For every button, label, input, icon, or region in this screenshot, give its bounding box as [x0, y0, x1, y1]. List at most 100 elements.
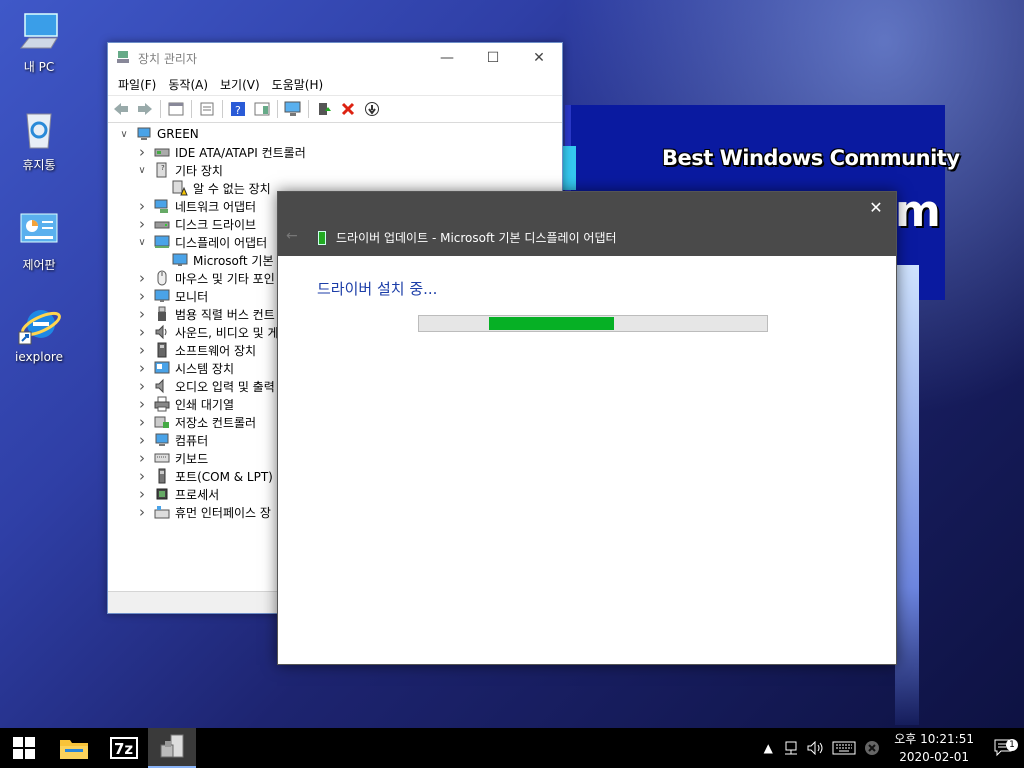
folder-icon — [60, 740, 88, 759]
dialog-title: 드라이버 업데이트 - Microsoft 기본 디스플레이 어댑터 — [336, 231, 617, 245]
device-manager-icon — [160, 734, 184, 758]
close-button[interactable]: ✕ — [516, 43, 562, 73]
minimize-button[interactable]: — — [424, 43, 470, 73]
device-chip-icon — [318, 230, 326, 245]
taskbar-device-manager[interactable] — [148, 728, 196, 768]
properties-icon[interactable] — [198, 100, 216, 118]
start-button[interactable] — [0, 728, 48, 768]
expand-chevron-icon[interactable]: › — [136, 485, 148, 503]
menu-action[interactable]: 동작(A) — [162, 76, 214, 93]
collapse-chevron-icon[interactable]: ∨ — [136, 236, 148, 248]
expand-chevron-icon[interactable]: › — [136, 143, 148, 161]
uninstall-device-icon[interactable] — [339, 100, 357, 118]
monitor-icon — [172, 252, 188, 268]
computer-icon — [154, 432, 170, 448]
expand-chevron-icon[interactable]: › — [136, 413, 148, 431]
desktop-icon-iexplore[interactable]: iexplore — [4, 302, 74, 364]
show-hide-console-tree-icon[interactable] — [167, 100, 185, 118]
wallpaper-tagline: Best Windows Community — [662, 146, 960, 170]
expand-chevron-icon[interactable]: › — [136, 197, 148, 215]
tree-item-label: 기타 장치 — [175, 163, 223, 178]
show-hidden-icons-chevron-icon[interactable]: ▲ — [756, 741, 780, 755]
tree-item-label: 사운드, 비디오 및 게 — [175, 325, 279, 340]
expand-chevron-icon[interactable]: › — [136, 359, 148, 377]
expand-chevron-icon[interactable]: › — [136, 467, 148, 485]
network-icon[interactable] — [780, 741, 804, 755]
tree-item-label: Microsoft 기본 디 — [193, 253, 289, 268]
collapse-chevron-icon[interactable]: ∨ — [118, 128, 130, 140]
7zip-icon: 7z — [110, 737, 138, 759]
menu-file[interactable]: 파일(F) — [112, 76, 162, 93]
expand-chevron-icon[interactable]: › — [136, 341, 148, 359]
expand-chevron-icon[interactable]: › — [136, 323, 148, 341]
tree-item-label: 마우스 및 기타 포인 — [175, 271, 275, 286]
tree-item[interactable]: › IDE ATA/ATAPI 컨트롤러 — [108, 143, 562, 161]
device-manager-titlebar[interactable]: 장치 관리자 — ☐ ✕ — [108, 43, 562, 73]
volume-icon[interactable] — [804, 741, 828, 755]
tree-item-label: 프로세서 — [175, 487, 220, 502]
expand-chevron-icon[interactable]: › — [136, 377, 148, 395]
warning-device-icon — [172, 180, 188, 196]
tree-item-label: GREEN — [157, 127, 199, 141]
clock-time: 오후 10:21:51 — [894, 732, 974, 746]
collapse-chevron-icon[interactable]: ∨ — [136, 164, 148, 176]
tree-item[interactable]: ∨ GREEN — [108, 125, 562, 143]
tree-item-label: 인쇄 대기열 — [175, 397, 235, 412]
expand-chevron-icon[interactable]: › — [136, 503, 148, 521]
forward-arrow-icon[interactable] — [136, 100, 154, 118]
expand-chevron-icon[interactable]: › — [136, 431, 148, 449]
tree-item-label: 네트워크 어댑터 — [175, 199, 257, 214]
tree-item-label: 시스템 장치 — [175, 361, 235, 376]
dialog-close-button[interactable]: ✕ — [864, 198, 888, 217]
port-icon — [154, 468, 170, 484]
expand-chevron-icon[interactable]: › — [136, 305, 148, 323]
desktop-icon-recycle-bin[interactable]: 휴지통 — [4, 108, 74, 173]
install-status-heading: 드라이버 설치 중... — [317, 280, 438, 298]
back-arrow-icon[interactable] — [112, 100, 130, 118]
menu-view[interactable]: 보기(V) — [214, 76, 266, 93]
tree-item[interactable]: ∨? 기타 장치 — [108, 161, 562, 179]
progress-fill — [488, 317, 614, 330]
expand-chevron-icon[interactable]: › — [136, 449, 148, 467]
clock[interactable]: 오후 10:21:51 2020-02-01 — [884, 730, 984, 766]
expand-chevron-icon[interactable]: › — [136, 269, 148, 287]
disable-device-icon[interactable] — [363, 100, 381, 118]
monitor-icon — [154, 288, 170, 304]
taskbar-7zip[interactable]: 7z — [100, 728, 148, 768]
expand-chevron-icon[interactable]: › — [136, 395, 148, 413]
scan-hardware-icon[interactable] — [284, 100, 302, 118]
expand-chevron-icon[interactable]: › — [136, 287, 148, 305]
desktop-icon-label: 제어판 — [22, 258, 56, 272]
help-icon[interactable]: ? — [229, 100, 247, 118]
toolbar-separator — [191, 100, 192, 118]
tree-item-label: 키보드 — [175, 451, 209, 466]
control-panel-icon — [17, 208, 61, 252]
desktop-icon-this-pc[interactable]: 내 PC — [4, 10, 74, 75]
update-driver-icon[interactable] — [315, 100, 333, 118]
menu-help[interactable]: 도움말(H) — [266, 76, 330, 93]
action-pane-icon[interactable] — [253, 100, 271, 118]
this-pc-icon — [17, 10, 61, 54]
tree-item-label: 디스크 드라이브 — [175, 217, 257, 232]
back-arrow-icon[interactable]: ← — [286, 228, 298, 244]
clock-date: 2020-02-01 — [899, 750, 969, 764]
tree-item-label: 알 수 없는 장치 — [193, 181, 271, 196]
action-center-button[interactable]: 1 — [984, 739, 1024, 757]
toolbar-separator — [308, 100, 309, 118]
windows-logo-icon — [13, 737, 35, 759]
usb-icon — [154, 306, 170, 322]
sound-icon — [154, 324, 170, 340]
svg-text:?: ? — [235, 104, 241, 117]
taskbar-file-explorer[interactable] — [48, 728, 100, 768]
expand-chevron-icon[interactable]: › — [136, 215, 148, 233]
touch-keyboard-icon[interactable] — [828, 741, 860, 755]
tree-item-label: 소프트웨어 장치 — [175, 343, 257, 358]
tree-item-label: 포트(COM & LPT) — [175, 469, 273, 484]
desktop-icon-label: 내 PC — [23, 60, 55, 74]
maximize-button[interactable]: ☐ — [470, 43, 516, 73]
desktop-icon-control-panel[interactable]: 제어판 — [4, 208, 74, 273]
driver-update-dialog: ✕ ← 드라이버 업데이트 - Microsoft 기본 디스플레이 어댑터 드… — [277, 191, 897, 665]
close-circle-icon[interactable] — [860, 740, 884, 756]
toolbar-separator — [277, 100, 278, 118]
